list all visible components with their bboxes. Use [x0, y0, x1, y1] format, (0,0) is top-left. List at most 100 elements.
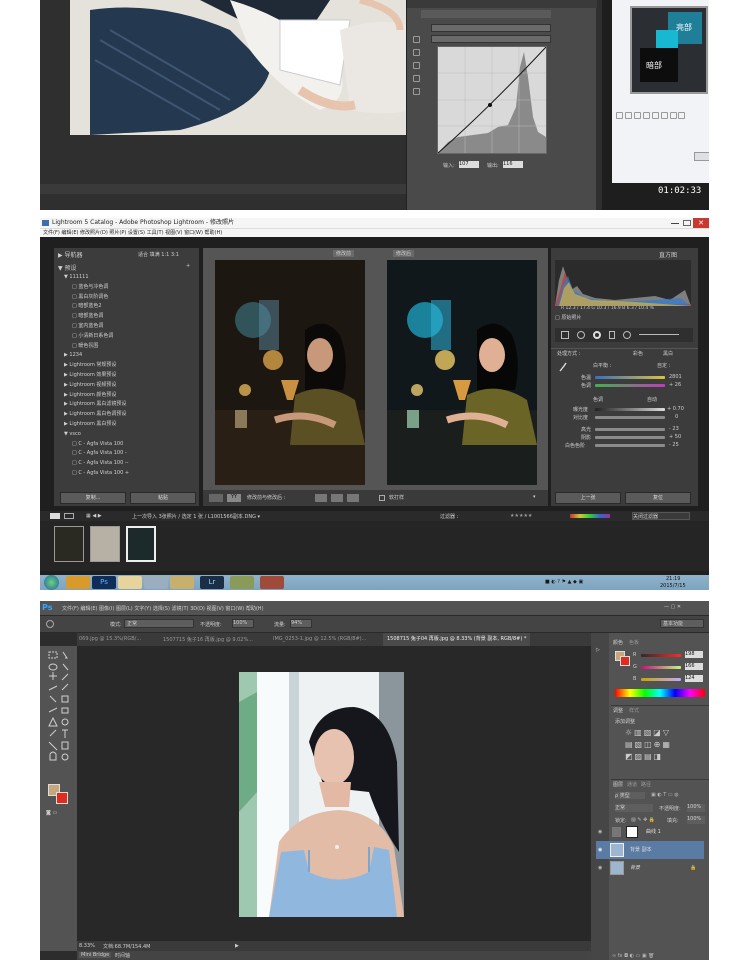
adjustment-icons-row2[interactable]: ▤▧◫⊕▦: [625, 740, 672, 749]
auto-button[interactable]: 自动: [647, 396, 657, 403]
exposure-slider[interactable]: [595, 408, 665, 411]
menu-item[interactable]: 窗口(W): [225, 606, 244, 612]
menu-item[interactable]: 文件(F): [43, 230, 60, 236]
swap-icon[interactable]: [315, 494, 327, 502]
reset-button[interactable]: 复位: [625, 492, 691, 504]
presets-header[interactable]: ▼ 预设: [58, 263, 77, 272]
grid-icon[interactable]: ▦ ◀ ▶: [86, 513, 102, 519]
tool-icon[interactable]: [651, 112, 659, 119]
preset-folder[interactable]: ▶ Lightroom 黑白滤镜预设: [64, 400, 196, 410]
background-color-swatch[interactable]: [56, 792, 68, 804]
close-button[interactable]: ✕: [693, 218, 709, 228]
copy-right-icon[interactable]: [347, 494, 359, 502]
visibility-eye-icon[interactable]: ◉: [598, 823, 602, 841]
mode-dropdown[interactable]: 正常: [124, 619, 194, 628]
color-option[interactable]: 彩色: [633, 350, 643, 357]
paste-button[interactable]: 粘贴: [130, 492, 196, 504]
preset-folder[interactable]: ▼ 111111: [64, 273, 196, 283]
g-value[interactable]: 166: [685, 663, 703, 670]
curves-output-field[interactable]: 116: [503, 161, 523, 168]
taskbar-app[interactable]: [118, 576, 142, 589]
navigator-header[interactable]: ▶ 导航器: [58, 250, 83, 259]
swatches-tab[interactable]: 色板: [629, 639, 639, 646]
eyedropper-icon[interactable]: [559, 362, 567, 372]
taskbar-app[interactable]: [170, 576, 194, 589]
softproof-checkbox[interactable]: [379, 495, 385, 501]
before-after-icon[interactable]: YY: [227, 494, 241, 502]
preset-folder[interactable]: ▶ Lightroom 黑白色调预设: [64, 410, 196, 420]
flow-field[interactable]: 94%: [290, 619, 312, 628]
status-menu-arrow[interactable]: ▶: [235, 943, 239, 949]
layers-tab[interactable]: 图层: [613, 781, 623, 788]
adjustment-icons-row3[interactable]: ◩▨▤◨: [625, 752, 663, 761]
doc-tab[interactable]: 1507715 兔子16 再版.jpg @ 9.02%...: [163, 636, 253, 643]
layer-mask-thumb[interactable]: [626, 826, 638, 838]
eyedropper-icon[interactable]: [413, 49, 420, 56]
minimize-button[interactable]: [671, 223, 679, 224]
preset-item[interactable]: □ C - Agfa Vista 100 -: [64, 449, 196, 459]
adjustment-icons-row1[interactable]: ☼▥▧◪▽: [625, 728, 671, 737]
maximize-button[interactable]: [683, 220, 691, 226]
menu-item[interactable]: 编辑(E): [61, 230, 78, 236]
menu-item[interactable]: 文件(F): [62, 606, 79, 612]
preset-folder[interactable]: ▶ Lightroom 常规预设: [64, 361, 196, 371]
menu-item[interactable]: 编辑(E): [80, 606, 97, 612]
color-spectrum[interactable]: [615, 689, 705, 697]
highlights-slider[interactable]: [595, 428, 665, 431]
menu-item[interactable]: 帮助(H): [246, 606, 264, 612]
menu-item[interactable]: 视图(V): [165, 230, 182, 236]
layer-kind-filter[interactable]: ρ 类型: [615, 792, 645, 799]
lightroom-task-button[interactable]: Lr: [200, 576, 224, 589]
eyedropper-icon[interactable]: [413, 62, 420, 69]
add-preset-icon[interactable]: +: [186, 263, 190, 269]
menu-item[interactable]: 工具(T): [147, 230, 164, 236]
filter-icons[interactable]: ▣ ◐ T ▭ ◍: [651, 792, 679, 798]
screen-2-icon[interactable]: [64, 513, 74, 519]
doc-tab[interactable]: IMG_0253-1.jpg @ 12.5% (RGB/8#)...: [273, 636, 366, 642]
menu-item[interactable]: 修改照片(D): [80, 230, 108, 236]
window-controls[interactable]: — ▢ ✕: [664, 604, 681, 610]
visibility-eye-icon[interactable]: ◉: [598, 841, 602, 859]
loupe-view-icon[interactable]: [209, 494, 223, 502]
curves-graph[interactable]: [437, 46, 547, 154]
red-eye-icon[interactable]: [593, 331, 601, 339]
blend-mode-dropdown[interactable]: 正常: [615, 804, 653, 812]
bw-option[interactable]: 黑白: [663, 350, 673, 357]
copy-button[interactable]: 复制...: [60, 492, 126, 504]
tool-icon[interactable]: [678, 112, 686, 119]
preset-item[interactable]: □ 暗部蓝色调: [64, 312, 196, 322]
timeline-tab[interactable]: 时间轴: [115, 952, 130, 959]
doc-tab-active[interactable]: 1508715 兔子04 再版.jpg @ 8.33% (背景 副本, RGB/…: [383, 633, 531, 646]
tool-icon[interactable]: [624, 112, 632, 119]
zoom-3-1[interactable]: 3:1: [171, 252, 179, 258]
screen-1-icon[interactable]: [50, 513, 60, 519]
workspace-dropdown[interactable]: 基本功能: [660, 619, 704, 628]
preset-folder[interactable]: ▶ 1234: [64, 351, 196, 361]
preset-folder[interactable]: ▶ Lightroom 黑白预设: [64, 420, 196, 430]
styles-tab[interactable]: 样式: [629, 707, 639, 714]
temp-slider[interactable]: [595, 376, 665, 379]
quick-mask-icon[interactable]: ◙ ▭: [46, 810, 57, 816]
document-image[interactable]: [239, 672, 404, 917]
taskbar-app[interactable]: [144, 576, 168, 589]
original-photo-checkbox[interactable]: □ 原始照片: [555, 314, 581, 321]
preset-item[interactable]: □ 暗部蓝色2: [64, 302, 196, 312]
preset-item[interactable]: □ 暖色氛围: [64, 342, 196, 352]
layer-row[interactable]: ◉ 曲线 1: [596, 823, 704, 841]
r-slider[interactable]: [641, 654, 681, 657]
tool-icon[interactable]: [642, 112, 650, 119]
tool-icon[interactable]: [660, 112, 668, 119]
opacity-field[interactable]: 100%: [232, 619, 254, 628]
preset-folder[interactable]: ▼ vsco: [64, 430, 196, 440]
preset-folder[interactable]: ▶ Lightroom 效果预设: [64, 371, 196, 381]
filmstrip-thumbnail[interactable]: [90, 526, 120, 562]
brush-icon[interactable]: [46, 620, 54, 628]
histogram-header[interactable]: 直方图: [659, 250, 677, 259]
radial-filter-icon[interactable]: [623, 331, 631, 339]
menu-item[interactable]: 照片(P): [109, 230, 126, 236]
preset-item[interactable]: □ C - Agfa Vista 100: [64, 440, 196, 450]
menu-item[interactable]: 窗口(W): [184, 230, 203, 236]
photoshop-task-button[interactable]: Ps: [92, 576, 116, 589]
history-icon[interactable]: ▷: [596, 647, 600, 653]
layer-row[interactable]: ◉ 背景 🔒: [596, 859, 704, 877]
